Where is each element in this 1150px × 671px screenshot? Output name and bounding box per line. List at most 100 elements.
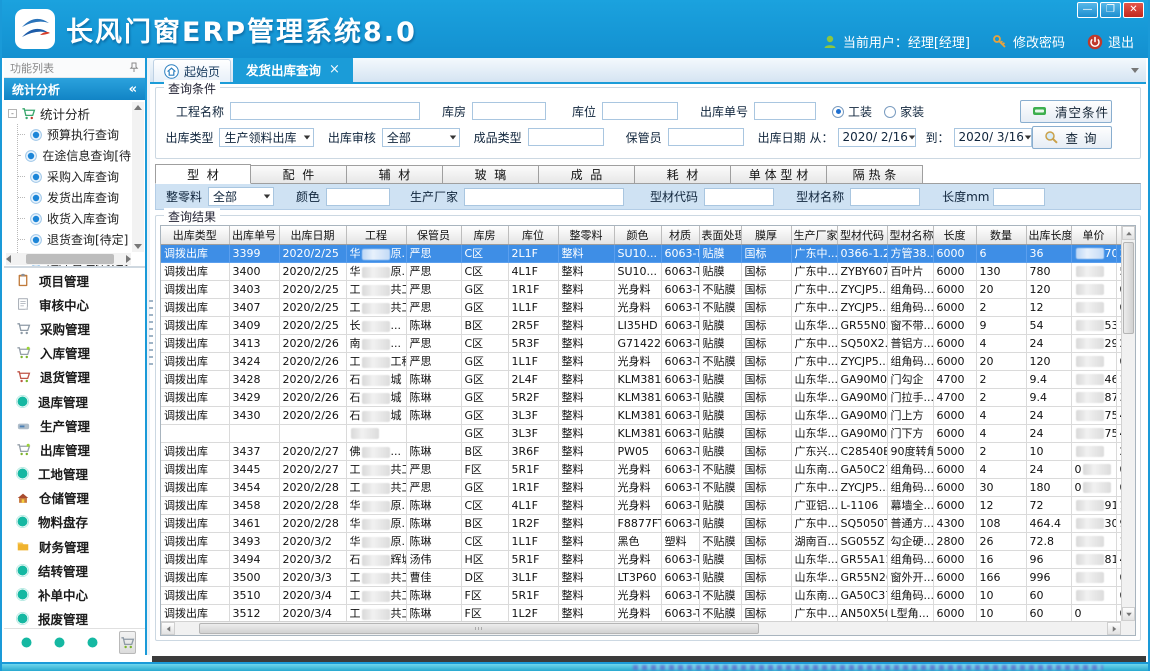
table-row[interactable]: 调拨出库34292020/2/26石城陈琳G区5R2F整料KLM38176063… [161,388,1136,406]
table-row[interactable]: 调拨出库34942020/3/2石辉城汤伟H区5R1F整料光身料6063-T5贴… [161,550,1136,568]
minimize-button[interactable]: — [1077,2,1098,18]
column-header[interactable]: 出库单号 [229,226,279,244]
column-header[interactable]: 库位 [508,226,558,244]
order-no-input[interactable] [754,102,816,120]
change-password-link[interactable]: 修改密码 [1013,32,1065,51]
table-row[interactable]: 调拨出库34072020/2/25工共工程严思G区1L1F整料光身料6063-T… [161,298,1136,316]
scroll-down-button[interactable] [1122,607,1135,621]
date-from-select[interactable]: 2020/ 2/16 [838,128,916,147]
table-row[interactable]: 调拨出库34372020/2/27佛...陈琳B区3R6F整料PW056063-… [161,442,1136,460]
tree-item[interactable]: 预算执行查询 [18,124,131,145]
column-header[interactable]: 颜色 [614,226,661,244]
close-button[interactable]: ✕ [1123,2,1144,18]
column-header[interactable]: 生产厂家 [791,226,837,244]
column-header[interactable]: 出库类型 [161,226,229,244]
radio-gongzhuang[interactable]: 工装 [832,103,872,120]
tree-horizontal-scrollbar[interactable] [6,253,131,265]
table-row[interactable]: 调拨出库34032020/2/25工共工程严思G区1R1F整料光身料6063-T… [161,280,1136,298]
column-header[interactable]: 整零料 [558,226,614,244]
tree-expander-icon[interactable]: - [8,109,17,118]
table-row[interactable]: 调拨出库34452020/2/27工共工程严思F区5R1F整料光身料6063-T… [161,460,1136,478]
tree-root-statistics[interactable]: - 统计分析 [8,103,131,124]
logout-link[interactable]: 退出 [1108,32,1134,51]
sidebar-item-报废管理[interactable]: 报废管理 [4,607,145,628]
length-input[interactable] [993,188,1045,206]
sidebar-item-物料盘存[interactable]: 物料盘存 [4,510,145,534]
horizontal-scrollbar[interactable] [161,621,1121,635]
vertical-scrollbar[interactable] [1121,226,1135,621]
dot-teal-icon[interactable] [53,636,66,649]
tab-outbound-query[interactable]: 发货出库查询 × [233,58,353,82]
table-row[interactable]: 调拨出库34612020/2/28华原...陈琳B区1R2F整料F8877FT6… [161,514,1136,532]
material-tab[interactable]: 型 材 [155,164,251,184]
tab-overflow-icon[interactable] [1131,68,1139,73]
column-header[interactable]: 单价 [1071,226,1116,244]
scroll-right-icon[interactable] [126,255,131,263]
column-header[interactable]: 型材名称 [887,226,933,244]
audit-select[interactable]: 全部 [382,128,460,147]
table-row[interactable]: 调拨出库34242020/2/26工工程严思G区1L1F整料光身料6063-T5… [161,352,1136,370]
table-row[interactable]: 调拨出库35122020/3/4工共工程陈琳F区1L2F整料光身料6063-T5… [161,604,1136,622]
table-row[interactable]: 调拨出库34932020/3/2华原...陈琳C区1L1F整料黑色塑料不贴膜国标… [161,532,1136,550]
outbound-type-select[interactable]: 生产领料出库 [219,128,313,147]
table-row[interactable]: 调拨出库33992020/2/25华原...严思C区2L1F整料SU10...6… [161,244,1136,262]
table-row[interactable]: 调拨出库34002020/2/25华原...严思C区4L1F整料SU10...6… [161,262,1136,280]
sidebar-item-项目管理[interactable]: 项目管理 [4,268,145,292]
scroll-thumb[interactable] [26,254,114,264]
location-input[interactable] [602,102,678,120]
table-row[interactable]: 调拨出库35102020/3/4工共工程陈琳F区5R1F整料光身料6063-T5… [161,586,1136,604]
splitter-handle[interactable] [149,300,153,370]
table-row[interactable]: 调拨出库34132020/2/26南...严思C区5R3F整料G71422606… [161,334,1136,352]
vertical-scroll-thumb[interactable] [1123,242,1134,334]
scroll-left-button[interactable] [161,622,175,635]
table-row[interactable]: 调拨出库34092020/2/25长...陈琳B区2R5F整料LI35HD606… [161,316,1136,334]
column-header[interactable]: 出库长度 [1026,226,1071,244]
clear-conditions-button[interactable]: 清空条件 [1020,100,1112,123]
sidebar-item-审核中心[interactable]: 审核中心 [4,292,145,316]
table-row[interactable]: 调拨出库35002020/3/3工共工程曹佳D区3L1F整料LT3P606063… [161,568,1136,586]
tree-item[interactable]: 收货入库查询 [18,208,131,229]
sidebar-item-财务管理[interactable]: 财务管理 [4,534,145,558]
column-header[interactable]: 长度 [933,226,976,244]
column-header[interactable]: 库房 [461,226,508,244]
keeper-input[interactable] [668,128,744,146]
sidebar-item-采购管理[interactable]: 采购管理 [4,316,145,340]
table-row[interactable]: 调拨出库34542020/2/28工共工程严思G区1R1F整料光身料6063-T… [161,478,1136,496]
tree-item[interactable]: 退货查询[待定] [18,229,131,250]
scroll-right-button[interactable] [1107,622,1121,635]
maximize-button[interactable]: ❐ [1100,2,1121,18]
sidebar-section-header[interactable]: 统计分析 « [4,78,145,100]
table-row[interactable]: G区3L3F整料KLM38176063-T5贴膜国标山东华...GA90M09.… [161,424,1136,442]
column-header[interactable]: 表面处理 [699,226,741,244]
scroll-up-icon[interactable] [134,105,142,110]
horizontal-scroll-thumb[interactable] [199,623,759,634]
column-header[interactable]: 工程 [346,226,406,244]
column-header[interactable]: 材质 [661,226,699,244]
column-header[interactable]: 膜厚 [741,226,791,244]
search-button[interactable]: 查 询 [1032,126,1112,149]
material-tab[interactable]: 成 品 [539,165,635,184]
tree-item[interactable]: 采购入库查询 [18,166,131,187]
sidebar-item-生产管理[interactable]: 生产管理 [4,413,145,437]
sidebar-item-出库管理[interactable]: 出库管理 [4,437,145,461]
column-header[interactable]: 保管员 [406,226,461,244]
table-row[interactable]: 调拨出库34282020/2/26石城陈琳G区2L4F整料KLM38176063… [161,370,1136,388]
profile-code-input[interactable] [704,188,774,206]
radio-jiazhuang[interactable]: 家装 [884,103,924,120]
color-input[interactable] [326,188,390,206]
cart-shortcut-button[interactable] [119,631,136,654]
sidebar-item-结转管理[interactable]: 结转管理 [4,558,145,582]
sidebar-item-入库管理[interactable]: 入库管理 [4,341,145,365]
warehouse-input[interactable] [472,102,546,120]
collapse-icon[interactable]: « [129,82,137,97]
date-to-select[interactable]: 2020/ 3/16 [954,128,1032,147]
tab-home[interactable]: 起始页 [153,59,231,82]
tree-vertical-scrollbar[interactable] [132,102,144,252]
pin-icon[interactable] [129,62,139,73]
material-tab[interactable]: 单 体 型 材 [731,165,827,184]
dot-teal-icon[interactable] [86,636,99,649]
sidebar-item-仓储管理[interactable]: 仓储管理 [4,486,145,510]
column-header[interactable]: 数量 [976,226,1026,244]
material-tab[interactable]: 玻 璃 [443,165,539,184]
material-tab[interactable]: 隔 热 条 [827,165,923,184]
